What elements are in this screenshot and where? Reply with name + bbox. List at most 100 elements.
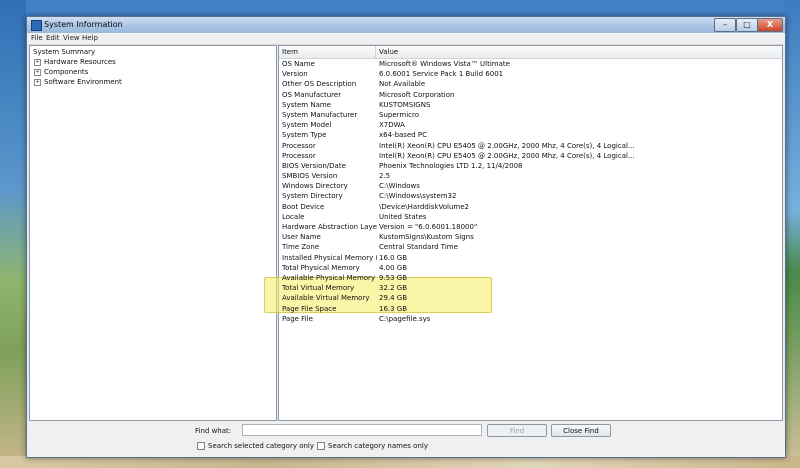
checkbox-label: Search selected category only — [208, 442, 315, 450]
table-row[interactable]: Hardware Abstraction Layer Version = "6.0… — [279, 222, 782, 232]
table-row[interactable]: Installed Physical Memory (RAM)16.0 GB — [279, 253, 782, 263]
tree-item-software-environment[interactable]: + Software Environment — [34, 77, 122, 87]
search-selected-category-checkbox[interactable]: Search selected category only — [197, 441, 314, 451]
table-row[interactable]: User Name KustomSigns\Kustom Signs — [279, 232, 782, 242]
minimize-button[interactable]: – — [714, 18, 736, 32]
checkbox-box[interactable] — [317, 442, 325, 450]
row-item-cell: Total Physical Memory — [282, 263, 360, 272]
row-item-cell: Available Physical Memory — [282, 273, 376, 282]
row-value-cell: Phoenix Technologies LTD 1.2, 11/4/2008 — [379, 161, 523, 170]
table-row[interactable]: System Directory C:\Windows\system32 — [279, 191, 782, 201]
row-value-cell: 9.53 GB — [379, 273, 408, 282]
row-item-cell: Available Virtual Memory — [282, 294, 370, 303]
close-find-button[interactable]: Close Find — [551, 424, 611, 437]
tree-item-system-summary[interactable]: System Summary — [33, 47, 95, 57]
row-item-cell: BIOS Version/Date — [282, 161, 346, 170]
table-row[interactable]: Page File Space 16.3 GB — [279, 304, 782, 314]
table-row[interactable]: Available Physical Memory 9.53 GB — [279, 273, 782, 283]
row-item-cell: System Type — [282, 131, 327, 140]
column-header-item[interactable]: Item — [279, 46, 376, 58]
row-value-cell: 29.4 GB — [379, 294, 408, 303]
find-what-label: Find what: — [195, 427, 232, 435]
details-list: Item Value OS Name Microsoft® Windows Vis… — [264, 45, 783, 421]
title-bar[interactable]: System Information – □ X — [27, 17, 785, 33]
checkbox-box[interactable] — [197, 442, 205, 450]
row-value-cell: X7DWA — [379, 121, 405, 130]
table-row[interactable]: Version 6.0.6001 Service Pack 1 Build 600… — [279, 69, 782, 79]
tree-item-hardware-resources[interactable]: + Hardware Resources — [34, 57, 116, 67]
row-item-cell: Page File Space — [282, 304, 337, 313]
row-value-cell: Version = "6.0.6001.18000" — [379, 223, 478, 231]
category-tree: System Summary + Hardware Resources + Comp… — [29, 45, 277, 421]
row-value-cell: KUSTOMSIGNS — [379, 100, 431, 109]
find-button[interactable]: Find — [487, 424, 547, 437]
menu-bar: File Edit View Help — [27, 33, 785, 45]
row-item-cell: Windows Directory — [282, 182, 348, 191]
menu-edit[interactable]: Edit — [46, 34, 60, 42]
row-value-cell: 2.5 — [379, 172, 391, 181]
table-row[interactable]: Available Virtual Memory 29.4 GB — [279, 293, 782, 303]
system-information-window: System Information – □ X File Edit View … — [26, 16, 786, 458]
desktop-wallpaper-right — [784, 0, 800, 468]
row-value-cell: 32.2 GB — [379, 284, 408, 293]
row-item-cell: Boot Device — [282, 202, 325, 211]
table-row[interactable]: System Name KUSTOMSIGNS — [279, 100, 782, 110]
table-row[interactable]: SMBIOS Version 2.5 — [279, 171, 782, 181]
table-row[interactable]: Boot Device \Device\HarddiskVolume2 — [279, 202, 782, 212]
row-value-cell: C:\Windows\system32 — [379, 192, 457, 201]
row-item-cell: Processor — [282, 151, 316, 160]
close-window-button[interactable]: X — [757, 18, 783, 32]
find-what-input[interactable] — [242, 424, 482, 436]
row-value-cell: 16.0 GB — [379, 253, 408, 262]
app-icon — [31, 20, 42, 31]
menu-view[interactable]: View — [63, 34, 80, 42]
row-item-cell: System Model — [282, 121, 332, 130]
table-row[interactable]: Processor Intel(R) Xeon(R) CPU E5405 @ 2.… — [279, 141, 782, 151]
row-item-cell: Page File — [282, 314, 313, 323]
row-item-cell: Total Virtual Memory — [282, 284, 355, 293]
table-row[interactable]: Time Zone Central Standard Time — [279, 242, 782, 252]
tree-item-label: Components — [44, 68, 89, 76]
row-item-cell: System Name — [282, 100, 331, 109]
table-row[interactable]: System Model X7DWA — [279, 120, 782, 130]
row-item-cell: OS Name — [282, 60, 315, 68]
row-item-cell: Version — [282, 70, 308, 79]
row-item-cell: Processor — [282, 141, 316, 150]
table-row[interactable]: Total Physical Memory 4.00 GB — [279, 263, 782, 273]
expand-icon[interactable]: + — [34, 58, 41, 66]
menu-file[interactable]: File — [31, 34, 43, 42]
table-row[interactable]: Total Virtual Memory 32.2 GB — [279, 283, 782, 293]
table-row[interactable]: System Manufacturer Supermicro — [279, 110, 782, 120]
table-row[interactable]: Locale United States — [279, 212, 782, 222]
table-row[interactable]: System Type x64-based PC — [279, 130, 782, 140]
row-value-cell: 6.0.6001 Service Pack 1 Build 6001 — [379, 70, 504, 79]
row-item-cell: Locale — [282, 212, 305, 221]
table-row[interactable]: Other OS Description Not Available — [279, 79, 782, 89]
row-value-cell: 4.00 GB — [379, 263, 408, 272]
row-value-cell: KustomSigns\Kustom Signs — [379, 233, 474, 242]
table-row[interactable]: BIOS Version/Date Phoenix Technologies LT… — [279, 161, 782, 171]
expand-icon[interactable]: + — [34, 68, 41, 76]
row-item-cell: User Name — [282, 233, 321, 242]
table-row[interactable]: Page File C:\pagefile.sys — [279, 314, 782, 324]
tree-item-components[interactable]: + Components — [34, 67, 88, 77]
maximize-button[interactable]: □ — [736, 18, 758, 32]
table-row[interactable]: OS Name Microsoft® Windows Vista™ Ultimat… — [279, 59, 782, 69]
row-value-cell: C:\Windows — [379, 182, 420, 191]
menu-help[interactable]: Help — [82, 34, 98, 42]
row-item-cell: Installed Physical Memory (RAM) — [282, 253, 377, 262]
search-category-names-checkbox[interactable]: Search category names only — [317, 441, 428, 451]
column-header-value[interactable]: Value — [376, 46, 776, 58]
list-header: Item Value — [279, 46, 782, 59]
row-item-cell: Other OS Description — [282, 80, 357, 89]
tree-item-label: Hardware Resources — [44, 58, 116, 66]
table-row[interactable]: Windows Directory C:\Windows — [279, 181, 782, 191]
table-row[interactable]: Processor Intel(R) Xeon(R) CPU E5405 @ 2.… — [279, 151, 782, 161]
expand-icon[interactable]: + — [34, 78, 41, 86]
find-bar: Find what: Find Close Find Search select… — [27, 421, 785, 457]
row-item-cell: System Directory — [282, 192, 343, 201]
row-value-cell: Intel(R) Xeon(R) CPU E5405 @ 2.00GHz, 20… — [379, 151, 635, 160]
row-value-cell: Microsoft Corporation — [379, 90, 455, 99]
desktop-wallpaper-left — [0, 0, 26, 468]
table-row[interactable]: OS Manufacturer Microsoft Corporation — [279, 90, 782, 100]
